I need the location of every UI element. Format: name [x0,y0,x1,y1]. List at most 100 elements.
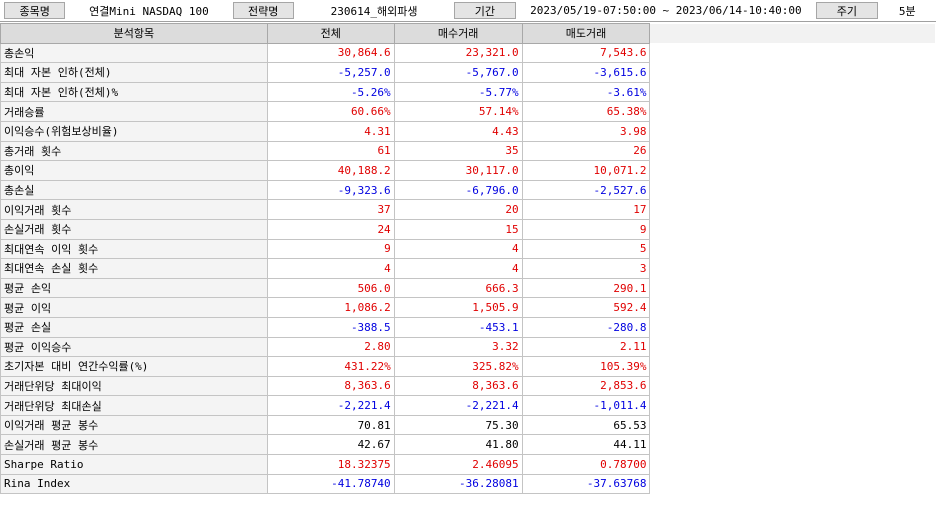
table-row[interactable]: 이익거래 평균 봉수 70.81 75.30 65.53 [0,414,936,436]
value-sell: 2,853.6 [521,375,651,397]
value-sell: 7,543.6 [521,42,651,64]
row-label: 총거래 횟수 [0,140,268,162]
column-header-sell[interactable]: 매도거래 [521,23,651,44]
table-row[interactable]: Sharpe Ratio 18.32375 2.46095 0.78700 [0,454,936,475]
value-buy: 3.32 [393,336,523,358]
value-sell: -280.8 [521,316,651,338]
strategy-label: 전략명 [232,2,294,19]
value-buy: 2.46095 [393,454,523,475]
column-header-total[interactable]: 전체 [266,23,395,44]
value-buy: -2,221.4 [393,395,523,416]
table-row[interactable]: 총손익 30,864.6 23,321.0 7,543.6 [0,42,936,64]
table-row[interactable]: 평균 손익 506.0 666.3 290.1 [0,277,936,299]
value-buy: -6,796.0 [393,179,523,201]
row-label: 최대 자본 인하(전체)% [0,81,268,103]
row-label: 평균 손실 [0,316,268,338]
table-row[interactable]: 최대 자본 인하(전체) -5,257.0 -5,767.0 -3,615.6 [0,62,936,83]
value-total: 40,188.2 [266,160,395,181]
value-total: 431.22% [266,356,395,377]
row-spacer [650,121,936,141]
value-sell: 290.1 [521,277,651,299]
table-row[interactable]: 평균 이익승수 2.80 3.32 2.11 [0,336,936,358]
value-sell: -3.61% [521,81,651,103]
table-row[interactable]: 총거래 횟수 61 35 26 [0,140,936,162]
value-total: 24 [266,218,395,240]
value-buy: 15 [393,218,523,240]
row-label: Rina Index [0,473,268,495]
value-buy: 23,321.0 [393,42,523,64]
value-buy: 4.43 [393,120,523,142]
value-total: 18.32375 [266,454,395,475]
row-spacer [650,435,936,455]
value-buy: 8,363.6 [393,375,523,397]
value-buy: -36.28081 [393,473,523,495]
row-spacer [650,259,936,279]
value-buy: 666.3 [393,277,523,299]
value-sell: 2.11 [521,336,651,358]
row-spacer [650,141,936,161]
value-total: -9,323.6 [266,179,395,201]
table-row[interactable]: 초기자본 대비 연간수익률(%) 431.22% 325.82% 105.39% [0,356,936,377]
value-buy: 35 [393,140,523,162]
row-spacer [650,337,936,357]
table-row[interactable]: 이익거래 횟수 37 20 17 [0,199,936,220]
column-header-buy[interactable]: 매수거래 [393,23,523,44]
row-label: 거래단위당 최대손실 [0,395,268,416]
table-row[interactable]: 총손실 -9,323.6 -6,796.0 -2,527.6 [0,179,936,201]
table-row[interactable]: 최대연속 손실 횟수 4 4 3 [0,258,936,279]
row-spacer [650,102,936,122]
value-total: 4 [266,258,395,279]
row-label: 최대연속 손실 횟수 [0,258,268,279]
table-row[interactable]: 손실거래 평균 봉수 42.67 41.80 44.11 [0,434,936,456]
value-total: -2,221.4 [266,395,395,416]
value-total: 2.80 [266,336,395,358]
value-sell: -2,527.6 [521,179,651,201]
value-sell: -37.63768 [521,473,651,495]
table-row[interactable]: 평균 이익 1,086.2 1,505.9 592.4 [0,297,936,318]
row-label: 손실거래 횟수 [0,218,268,240]
table-row[interactable]: 이익승수(위험보상비율) 4.31 4.43 3.98 [0,120,936,142]
value-buy: 1,505.9 [393,297,523,318]
value-buy: 30,117.0 [393,160,523,181]
period-label: 기간 [454,2,516,19]
value-buy: 4 [393,238,523,260]
value-sell: 3.98 [521,120,651,142]
value-total: 61 [266,140,395,162]
table-row[interactable]: 총이익 40,188.2 30,117.0 10,071.2 [0,160,936,181]
table-row[interactable]: 거래단위당 최대이익 8,363.6 8,363.6 2,853.6 [0,375,936,397]
table-row[interactable]: 최대 자본 인하(전체)% -5.26% -5.77% -3.61% [0,81,936,103]
row-label: 손실거래 평균 봉수 [0,434,268,456]
value-sell: 0.78700 [521,454,651,475]
value-total: -5.26% [266,81,395,103]
table-row[interactable]: Rina Index -41.78740 -36.28081 -37.63768 [0,473,936,495]
table-row[interactable]: 최대연속 이익 횟수 9 4 5 [0,238,936,260]
period-value: 2023/05/19-07:50:00 ~ 2023/06/14-10:40:0… [530,4,802,17]
value-sell: 3 [521,258,651,279]
table-row[interactable]: 손실거래 횟수 24 15 9 [0,218,936,240]
value-total: 60.66% [266,101,395,122]
row-spacer [650,161,936,181]
table-row[interactable]: 거래승률 60.66% 57.14% 65.38% [0,101,936,122]
row-spacer [650,278,936,298]
row-label: 최대 자본 인하(전체) [0,62,268,83]
row-spacer [650,180,936,200]
performance-report-table: 분석항목 전체 매수거래 매도거래 총손익 30,864.6 23,321.0 7,5… [0,23,936,495]
cycle-value: 5분 [898,4,916,18]
value-sell: 105.39% [521,356,651,377]
value-total: 8,363.6 [266,375,395,397]
value-buy: 4 [393,258,523,279]
table-row[interactable]: 거래단위당 최대손실 -2,221.4 -2,221.4 -1,011.4 [0,395,936,416]
table-row[interactable]: 평균 손실 -388.5 -453.1 -280.8 [0,316,936,338]
row-label: 총손익 [0,42,268,64]
cycle-label: 주기 [816,2,878,19]
row-label: 총이익 [0,160,268,181]
value-buy: -5,767.0 [393,62,523,83]
row-spacer [650,396,936,416]
value-buy: 57.14% [393,101,523,122]
column-header-item[interactable]: 분석항목 [0,23,268,44]
row-spacer [650,298,936,318]
value-total: -388.5 [266,316,395,338]
row-spacer [650,63,936,83]
symbol-label: 종목명 [4,2,66,19]
value-sell: 9 [521,218,651,240]
